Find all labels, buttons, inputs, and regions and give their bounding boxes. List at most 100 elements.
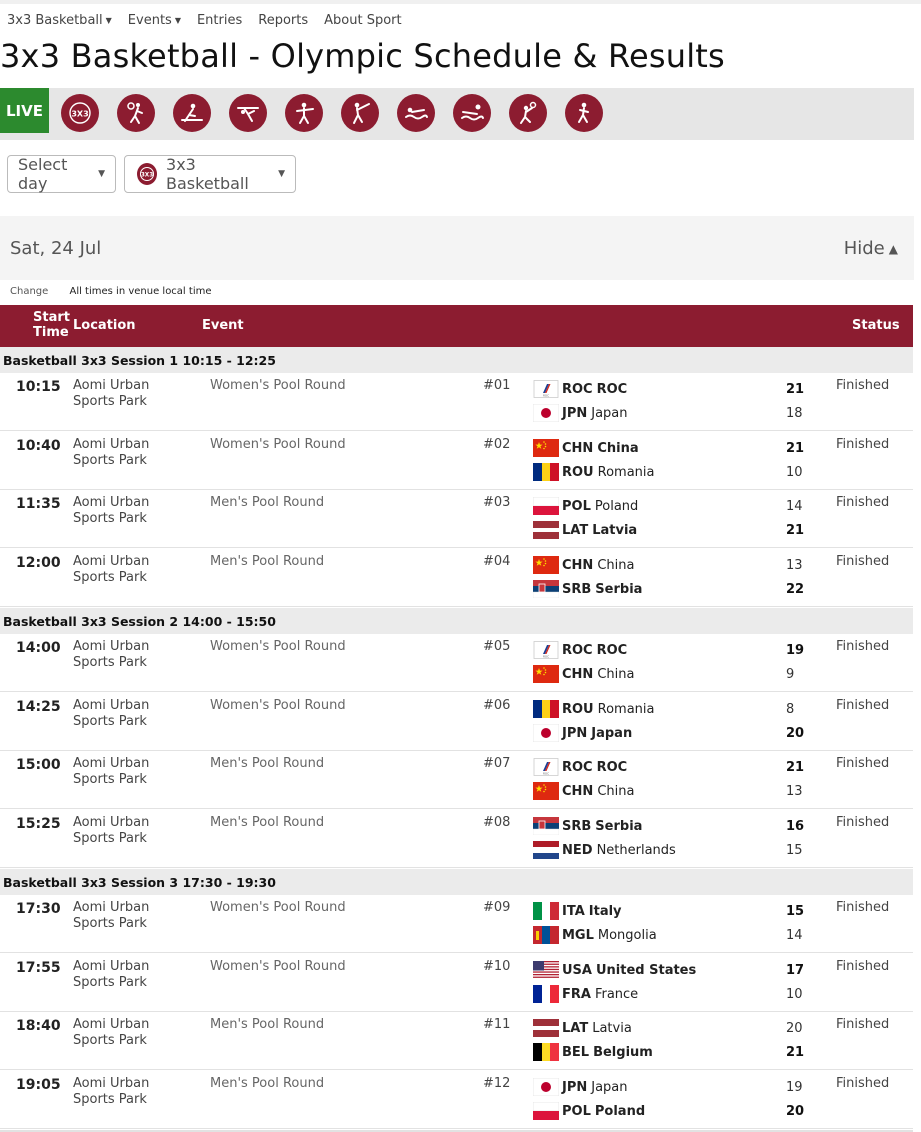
team-away[interactable]: JPN Japan [533, 404, 628, 422]
match-event-link[interactable]: Women's Pool Round [210, 378, 346, 393]
score-home: 21 [786, 760, 805, 775]
match-row[interactable]: 12:00 Aomi Urban Sports Park Men's Pool … [0, 549, 913, 607]
nav-about-link[interactable]: About Sport [324, 13, 401, 28]
match-status: Finished [836, 495, 890, 510]
sport-dropdown-label: 3x3 Basketball [166, 155, 249, 193]
match-event-link[interactable]: Men's Pool Round [210, 756, 324, 771]
hide-button[interactable]: Hide ▲ [844, 238, 898, 259]
team-away[interactable]: SRB Serbia [533, 580, 642, 598]
match-event-link[interactable]: Men's Pool Round [210, 1076, 324, 1091]
team-home[interactable]: LAT Latvia [533, 1019, 632, 1037]
match-event-link[interactable]: Men's Pool Round [210, 495, 324, 510]
team-away[interactable]: POL Poland [533, 1102, 645, 1120]
team-home[interactable]: ROC ROC ROC [533, 641, 627, 659]
match-row[interactable]: 14:00 Aomi Urban Sports Park Women's Poo… [0, 634, 913, 692]
flag-srb-icon [533, 817, 559, 835]
basketball-3x3-icon[interactable]: 3X3 [61, 94, 99, 132]
nav-reports-link[interactable]: Reports [258, 13, 308, 28]
team-away[interactable]: BEL Belgium [533, 1043, 653, 1061]
team-home[interactable]: CHN China [533, 439, 639, 457]
team-home[interactable]: USA United States [533, 961, 696, 979]
match-row[interactable]: 11:35 Aomi Urban Sports Park Men's Pool … [0, 490, 913, 548]
team-code: SRB [562, 581, 592, 597]
team-home[interactable]: POL Poland [533, 497, 638, 515]
select-day-dropdown[interactable]: Select day ▼ [7, 155, 116, 193]
rowing-icon[interactable] [173, 94, 211, 132]
flag-jpn-icon [533, 404, 559, 422]
match-event-link[interactable]: Men's Pool Round [210, 815, 324, 830]
match-number: #01 [483, 378, 511, 393]
match-row[interactable]: 10:40 Aomi Urban Sports Park Women's Poo… [0, 432, 913, 490]
match-row[interactable]: 14:25 Aomi Urban Sports Park Women's Poo… [0, 693, 913, 751]
match-location: Aomi Urban Sports Park [73, 756, 150, 787]
team-name: Japan [591, 405, 628, 421]
sport-dropdown[interactable]: 3X3 3x3 Basketball ▼ [124, 155, 296, 193]
team-home[interactable]: ITA Italy [533, 902, 622, 920]
flag-rou-icon [533, 700, 559, 718]
team-away[interactable]: CHN China [533, 665, 634, 683]
match-number: #09 [483, 900, 511, 915]
team-away[interactable]: NED Netherlands [533, 841, 676, 859]
swimming-icon[interactable] [397, 94, 435, 132]
score-away: 10 [786, 465, 803, 480]
flag-chn-icon [533, 439, 559, 457]
score-home: 16 [786, 819, 805, 834]
team-away[interactable]: MGL Mongolia [533, 926, 657, 944]
team-home[interactable]: CHN China [533, 556, 634, 574]
match-time: 12:00 [16, 555, 61, 571]
team-away[interactable]: CHN China [533, 782, 634, 800]
match-event-link[interactable]: Women's Pool Round [210, 437, 346, 452]
gymnastics-icon[interactable] [229, 94, 267, 132]
svg-text:3X3: 3X3 [141, 172, 153, 178]
match-time: 17:30 [16, 901, 61, 917]
match-status: Finished [836, 756, 890, 771]
match-event-link[interactable]: Women's Pool Round [210, 959, 346, 974]
team-away[interactable]: ROU Romania [533, 463, 654, 481]
match-time: 15:00 [16, 757, 61, 773]
match-time: 15:25 [16, 816, 61, 832]
team-home[interactable]: ROU Romania [533, 700, 654, 718]
match-row[interactable]: 15:25 Aomi Urban Sports Park Men's Pool … [0, 810, 913, 868]
basketball-icon[interactable] [117, 94, 155, 132]
match-event-link[interactable]: Men's Pool Round [210, 1017, 324, 1032]
team-code: ROC [562, 759, 593, 775]
match-location: Aomi Urban Sports Park [73, 815, 150, 846]
live-badge[interactable]: LIVE [0, 88, 49, 133]
team-name: ROC [596, 759, 628, 775]
match-row[interactable]: 19:05 Aomi Urban Sports Park Men's Pool … [0, 1071, 913, 1129]
water-polo-icon[interactable] [453, 94, 491, 132]
team-away[interactable]: JPN Japan [533, 724, 632, 742]
match-row[interactable]: 17:55 Aomi Urban Sports Park Women's Poo… [0, 954, 913, 1012]
shooting-icon[interactable] [285, 94, 323, 132]
team-name: Serbia [595, 581, 643, 597]
flag-chn-icon [533, 782, 559, 800]
match-row[interactable]: 10:15 Aomi Urban Sports Park Women's Poo… [0, 373, 913, 431]
match-status: Finished [836, 378, 890, 393]
nav-entries-link[interactable]: Entries [197, 13, 242, 28]
flag-usa-icon [533, 961, 559, 979]
match-row[interactable]: 18:40 Aomi Urban Sports Park Men's Pool … [0, 1012, 913, 1070]
basketball-3x3-icon: 3X3 [137, 163, 158, 185]
team-home[interactable]: JPN Japan [533, 1078, 628, 1096]
match-event-link[interactable]: Women's Pool Round [210, 639, 346, 654]
team-name: France [594, 986, 639, 1002]
nav-label: About Sport [324, 12, 402, 28]
match-row[interactable]: 17:30 Aomi Urban Sports Park Women's Poo… [0, 895, 913, 953]
match-event-link[interactable]: Women's Pool Round [210, 900, 346, 915]
team-home[interactable]: SRB Serbia [533, 817, 642, 835]
team-home[interactable]: ROC ROC ROC [533, 758, 627, 776]
change-timezone-link[interactable]: Change [10, 286, 48, 297]
match-row[interactable]: 15:00 Aomi Urban Sports Park Men's Pool … [0, 751, 913, 809]
nav-events-menu[interactable]: Events ▼ [128, 13, 181, 28]
match-event-link[interactable]: Men's Pool Round [210, 554, 324, 569]
nav-sport-menu[interactable]: 3x3 Basketball ▼ [7, 13, 112, 28]
match-event-link[interactable]: Women's Pool Round [210, 698, 346, 713]
team-away[interactable]: FRA France [533, 985, 638, 1003]
athletics-icon[interactable] [565, 94, 603, 132]
volleyball-icon[interactable] [509, 94, 547, 132]
fencing-icon[interactable] [341, 94, 379, 132]
team-home[interactable]: ROC ROC ROC [533, 380, 627, 398]
flag-chn-icon [533, 556, 559, 574]
team-away[interactable]: LAT Latvia [533, 521, 637, 539]
flag-pol-icon [533, 497, 559, 515]
